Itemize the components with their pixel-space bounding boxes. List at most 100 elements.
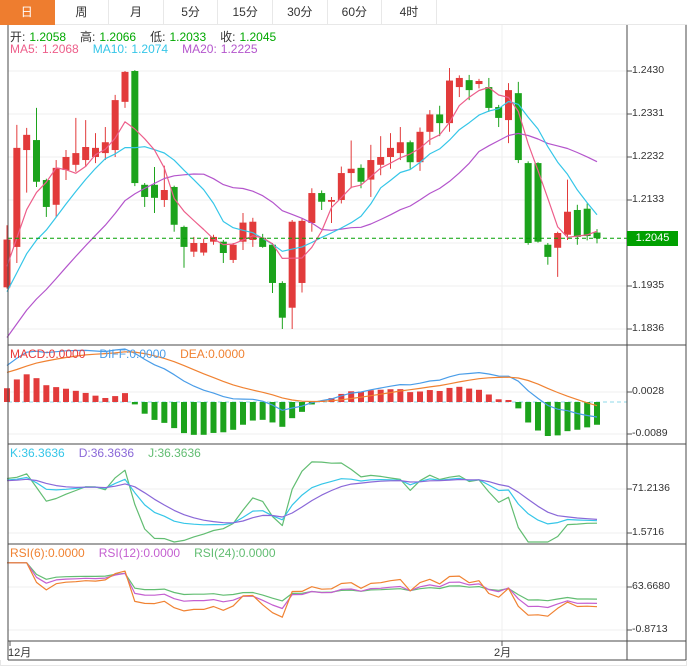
macd-histogram-bar <box>407 392 413 402</box>
candle-body <box>72 153 79 165</box>
y-axis-label-price: 1.1836 <box>632 322 664 334</box>
legend-d: D:36.3636 <box>79 446 134 460</box>
ma20-value: 1.2225 <box>221 42 258 56</box>
candle-body <box>82 147 89 160</box>
candle-body <box>299 221 306 283</box>
y-axis-label-price: 1.2331 <box>632 107 664 119</box>
macd-histogram-bar <box>34 378 40 402</box>
candle-body <box>456 78 463 87</box>
macd-histogram-bar <box>427 390 433 402</box>
macd-histogram-bar <box>122 393 128 402</box>
candle-body <box>151 185 158 198</box>
macd-histogram-bar <box>525 402 531 422</box>
macd-histogram-bar <box>211 402 217 433</box>
macd-histogram-bar <box>466 389 472 402</box>
macd-histogram-bar <box>437 391 443 402</box>
candle-body <box>436 114 443 123</box>
ma5-value: 1.2068 <box>42 42 79 56</box>
candle-body <box>4 240 11 288</box>
candle-body <box>544 245 551 257</box>
candle-body <box>358 168 365 182</box>
ma10-label: MA10: <box>93 42 128 56</box>
candle-body <box>564 212 571 235</box>
macd-histogram-bar <box>388 389 394 402</box>
y-axis-label-price: 1.2232 <box>632 150 664 162</box>
legend-macd: MACD:0.0000 <box>10 347 85 361</box>
candle-body <box>279 283 286 318</box>
legend-j: J:36.3636 <box>148 446 201 460</box>
candle-body <box>190 243 197 252</box>
candle-body <box>397 142 404 153</box>
candle-body <box>230 245 237 260</box>
candle-body <box>33 140 40 182</box>
x-axis-label-february: 2月 <box>494 644 511 660</box>
macd-histogram-bar <box>220 402 226 432</box>
macd-histogram-bar <box>289 402 295 418</box>
legend-rsi6: RSI(6):0.0000 <box>10 546 85 560</box>
macd-histogram-bar <box>4 388 10 402</box>
ma-readout-row: MA5: 1.2068 MA10:1.2074 MA20: 1.2225 <box>10 42 272 56</box>
ma5-label: MA5: <box>10 42 38 56</box>
macd-histogram-bar <box>250 402 256 421</box>
candle-body <box>387 148 394 157</box>
macd-histogram-bar <box>574 402 580 430</box>
legend-dea: DEA:0.0000 <box>180 347 245 361</box>
macd-histogram-bar <box>171 402 177 428</box>
macd-histogram-bar <box>181 402 187 433</box>
macd-histogram-bar <box>260 402 266 420</box>
macd-histogram-bar <box>230 402 236 430</box>
macd-histogram-bar <box>447 388 453 402</box>
macd-histogram-bar <box>83 393 89 402</box>
macd-histogram-bar <box>535 402 541 431</box>
y-axis-label-price: 1.2133 <box>632 193 664 205</box>
macd-histogram-bar <box>152 402 158 420</box>
y-axis-label-kdj: 71.2136 <box>632 482 670 494</box>
candle-body <box>417 132 424 162</box>
macd-histogram-bar <box>53 387 59 402</box>
candle-body <box>426 114 433 131</box>
legend-rsi12: RSI(12):0.0000 <box>99 546 180 560</box>
macd-histogram-bar <box>112 396 118 402</box>
macd-histogram-bar <box>191 402 197 435</box>
y-axis-label-price: 1.2430 <box>632 64 664 76</box>
macd-histogram-bar <box>240 402 246 425</box>
macd-histogram-bar <box>417 391 423 402</box>
macd-histogram-bar <box>161 402 167 423</box>
candle-body <box>161 190 168 200</box>
legend-rsi24: RSI(24):0.0000 <box>194 546 275 560</box>
macd-histogram-bar <box>14 379 20 402</box>
candlestick-chart[interactable] <box>0 0 687 666</box>
macd-histogram-bar <box>476 390 482 402</box>
chart-background <box>0 25 687 660</box>
candle-body <box>594 233 601 239</box>
candle-body <box>112 100 119 150</box>
candle-body <box>23 135 30 150</box>
candle-body <box>377 157 384 165</box>
macd-histogram-bar <box>506 400 512 402</box>
candle-body <box>63 157 70 170</box>
y-axis-label-kdj: 1.5716 <box>632 526 664 538</box>
candle-body <box>200 243 207 253</box>
y-axis-label-rsi: 63.6680 <box>632 580 670 592</box>
candle-body <box>348 169 355 173</box>
macd-histogram-bar <box>63 389 69 402</box>
y-axis-label-price: 1.1935 <box>632 279 664 291</box>
candle-body <box>308 193 315 223</box>
candle-body <box>328 200 335 202</box>
macd-histogram-bar <box>102 398 108 402</box>
ma20-label: MA20: <box>182 42 217 56</box>
macd-legend-row: MACD:0.0000DIFF:0.0000DEA:0.0000 <box>10 347 259 361</box>
x-axis-label-december: 12月 <box>8 644 31 660</box>
macd-histogram-bar <box>486 394 492 402</box>
candle-body <box>554 233 561 248</box>
candle-body <box>269 245 276 283</box>
candle-body <box>466 80 473 90</box>
macd-histogram-bar <box>73 391 79 402</box>
legend-k: K:36.3636 <box>10 446 65 460</box>
candle-body <box>181 227 188 247</box>
candle-body <box>122 72 129 102</box>
ma10-value: 1.2074 <box>131 42 168 56</box>
macd-histogram-bar <box>142 402 148 414</box>
trading-chart-window: 日周月5分15分30分60分4时 开:1.2058高:1.2066低:1.203… <box>0 0 687 666</box>
candle-body <box>318 193 325 202</box>
